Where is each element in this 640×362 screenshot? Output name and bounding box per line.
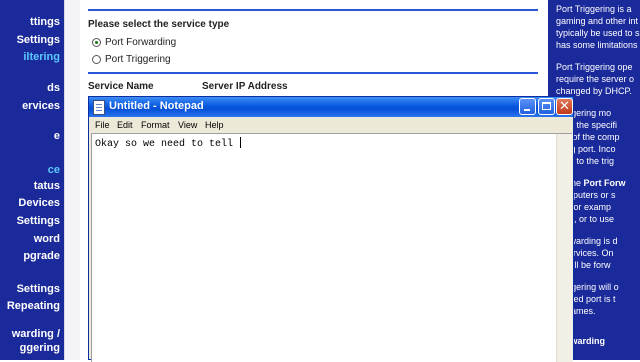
maximize-icon — [542, 102, 551, 110]
notepad-text-area[interactable]: Okay so we need to tell — [91, 133, 573, 362]
notepad-menu-bar: File Edit Format View Help — [89, 117, 573, 133]
menu-file[interactable]: File — [95, 120, 110, 130]
port-forwarding-label: Port Forwarding — [105, 37, 177, 48]
nav-item[interactable]: ervices — [22, 100, 60, 112]
nav-item[interactable]: word — [34, 233, 60, 245]
help-text-line: has some limitations — [556, 40, 638, 50]
text-caret — [240, 137, 242, 148]
nav-item[interactable]: ds — [47, 82, 60, 94]
help-text-line: Port Triggering ope — [556, 62, 633, 72]
nav-item[interactable]: iltering — [23, 51, 60, 63]
port-forwarding-radio[interactable] — [92, 38, 101, 47]
notepad-icon — [93, 100, 105, 115]
notepad-text: Okay so we need to tell — [95, 139, 240, 150]
notepad-title-bar[interactable]: Untitled - Notepad ✕ — [89, 97, 573, 117]
help-text: require the server o — [556, 74, 635, 84]
port-triggering-radio[interactable] — [92, 55, 101, 64]
nav-item[interactable]: warding / — [12, 328, 60, 340]
nav-item[interactable]: Settings — [17, 283, 60, 295]
minimize-button[interactable] — [519, 98, 536, 115]
nav-item[interactable]: ggering — [20, 342, 60, 354]
nav-item[interactable]: e — [54, 130, 60, 142]
port-forwarding-option[interactable]: Port Forwarding — [92, 37, 176, 48]
maximize-button[interactable] — [538, 98, 555, 115]
help-text-line: changed by DHCP. — [556, 86, 632, 96]
help-text: changed by DHCP. — [556, 86, 632, 96]
nav-item[interactable]: Devices — [18, 197, 60, 209]
nav-item[interactable]: ttings — [30, 16, 60, 28]
close-icon: ✕ — [559, 99, 570, 114]
help-text-bold: Port Forw — [583, 178, 626, 188]
help-text-line: Port Triggering is a — [556, 4, 632, 14]
server-ip-header: Server IP Address — [202, 81, 288, 92]
help-text-line: require the server o — [556, 74, 634, 84]
notepad-content[interactable]: Okay so we need to tell — [95, 137, 242, 150]
service-type-heading: Please select the service type — [88, 19, 230, 30]
section-divider — [88, 9, 538, 11]
port-triggering-label: Port Triggering — [105, 54, 171, 65]
help-text: Port Triggering is a — [556, 4, 632, 14]
nav-item[interactable]: ce — [48, 164, 60, 176]
help-text: gaming and other int — [556, 16, 639, 26]
router-left-nav: ttings Settings iltering ds ervices e ce tatus D… — [0, 0, 64, 360]
menu-help[interactable]: Help — [205, 120, 224, 130]
nav-scroll-gutter — [64, 0, 81, 360]
nav-item[interactable]: Settings — [17, 34, 60, 46]
menu-format[interactable]: Format — [141, 120, 170, 130]
notepad-window[interactable]: Untitled - Notepad ✕ File Edit Format Vi… — [88, 96, 574, 362]
section-divider — [88, 72, 538, 74]
service-name-header: Service Name — [88, 81, 154, 92]
menu-edit[interactable]: Edit — [117, 120, 133, 130]
nav-item[interactable]: Repeating — [7, 300, 60, 312]
window-title: Untitled - Notepad — [109, 100, 204, 112]
minimize-icon — [524, 109, 530, 111]
help-text: has some limitations — [556, 40, 638, 50]
notepad-vertical-scrollbar[interactable] — [556, 134, 573, 362]
port-triggering-option[interactable]: Port Triggering — [92, 54, 171, 65]
nav-item[interactable]: Settings — [17, 215, 60, 227]
help-text: Port Triggering ope — [556, 62, 633, 72]
menu-view[interactable]: View — [178, 120, 197, 130]
close-button[interactable]: ✕ — [556, 98, 573, 115]
help-text-line: typically be used to s — [556, 28, 640, 38]
nav-item[interactable]: tatus — [34, 180, 60, 192]
nav-item[interactable]: pgrade — [23, 250, 60, 262]
help-text: typically be used to s — [556, 28, 640, 38]
help-text-line: gaming and other int — [556, 16, 638, 26]
